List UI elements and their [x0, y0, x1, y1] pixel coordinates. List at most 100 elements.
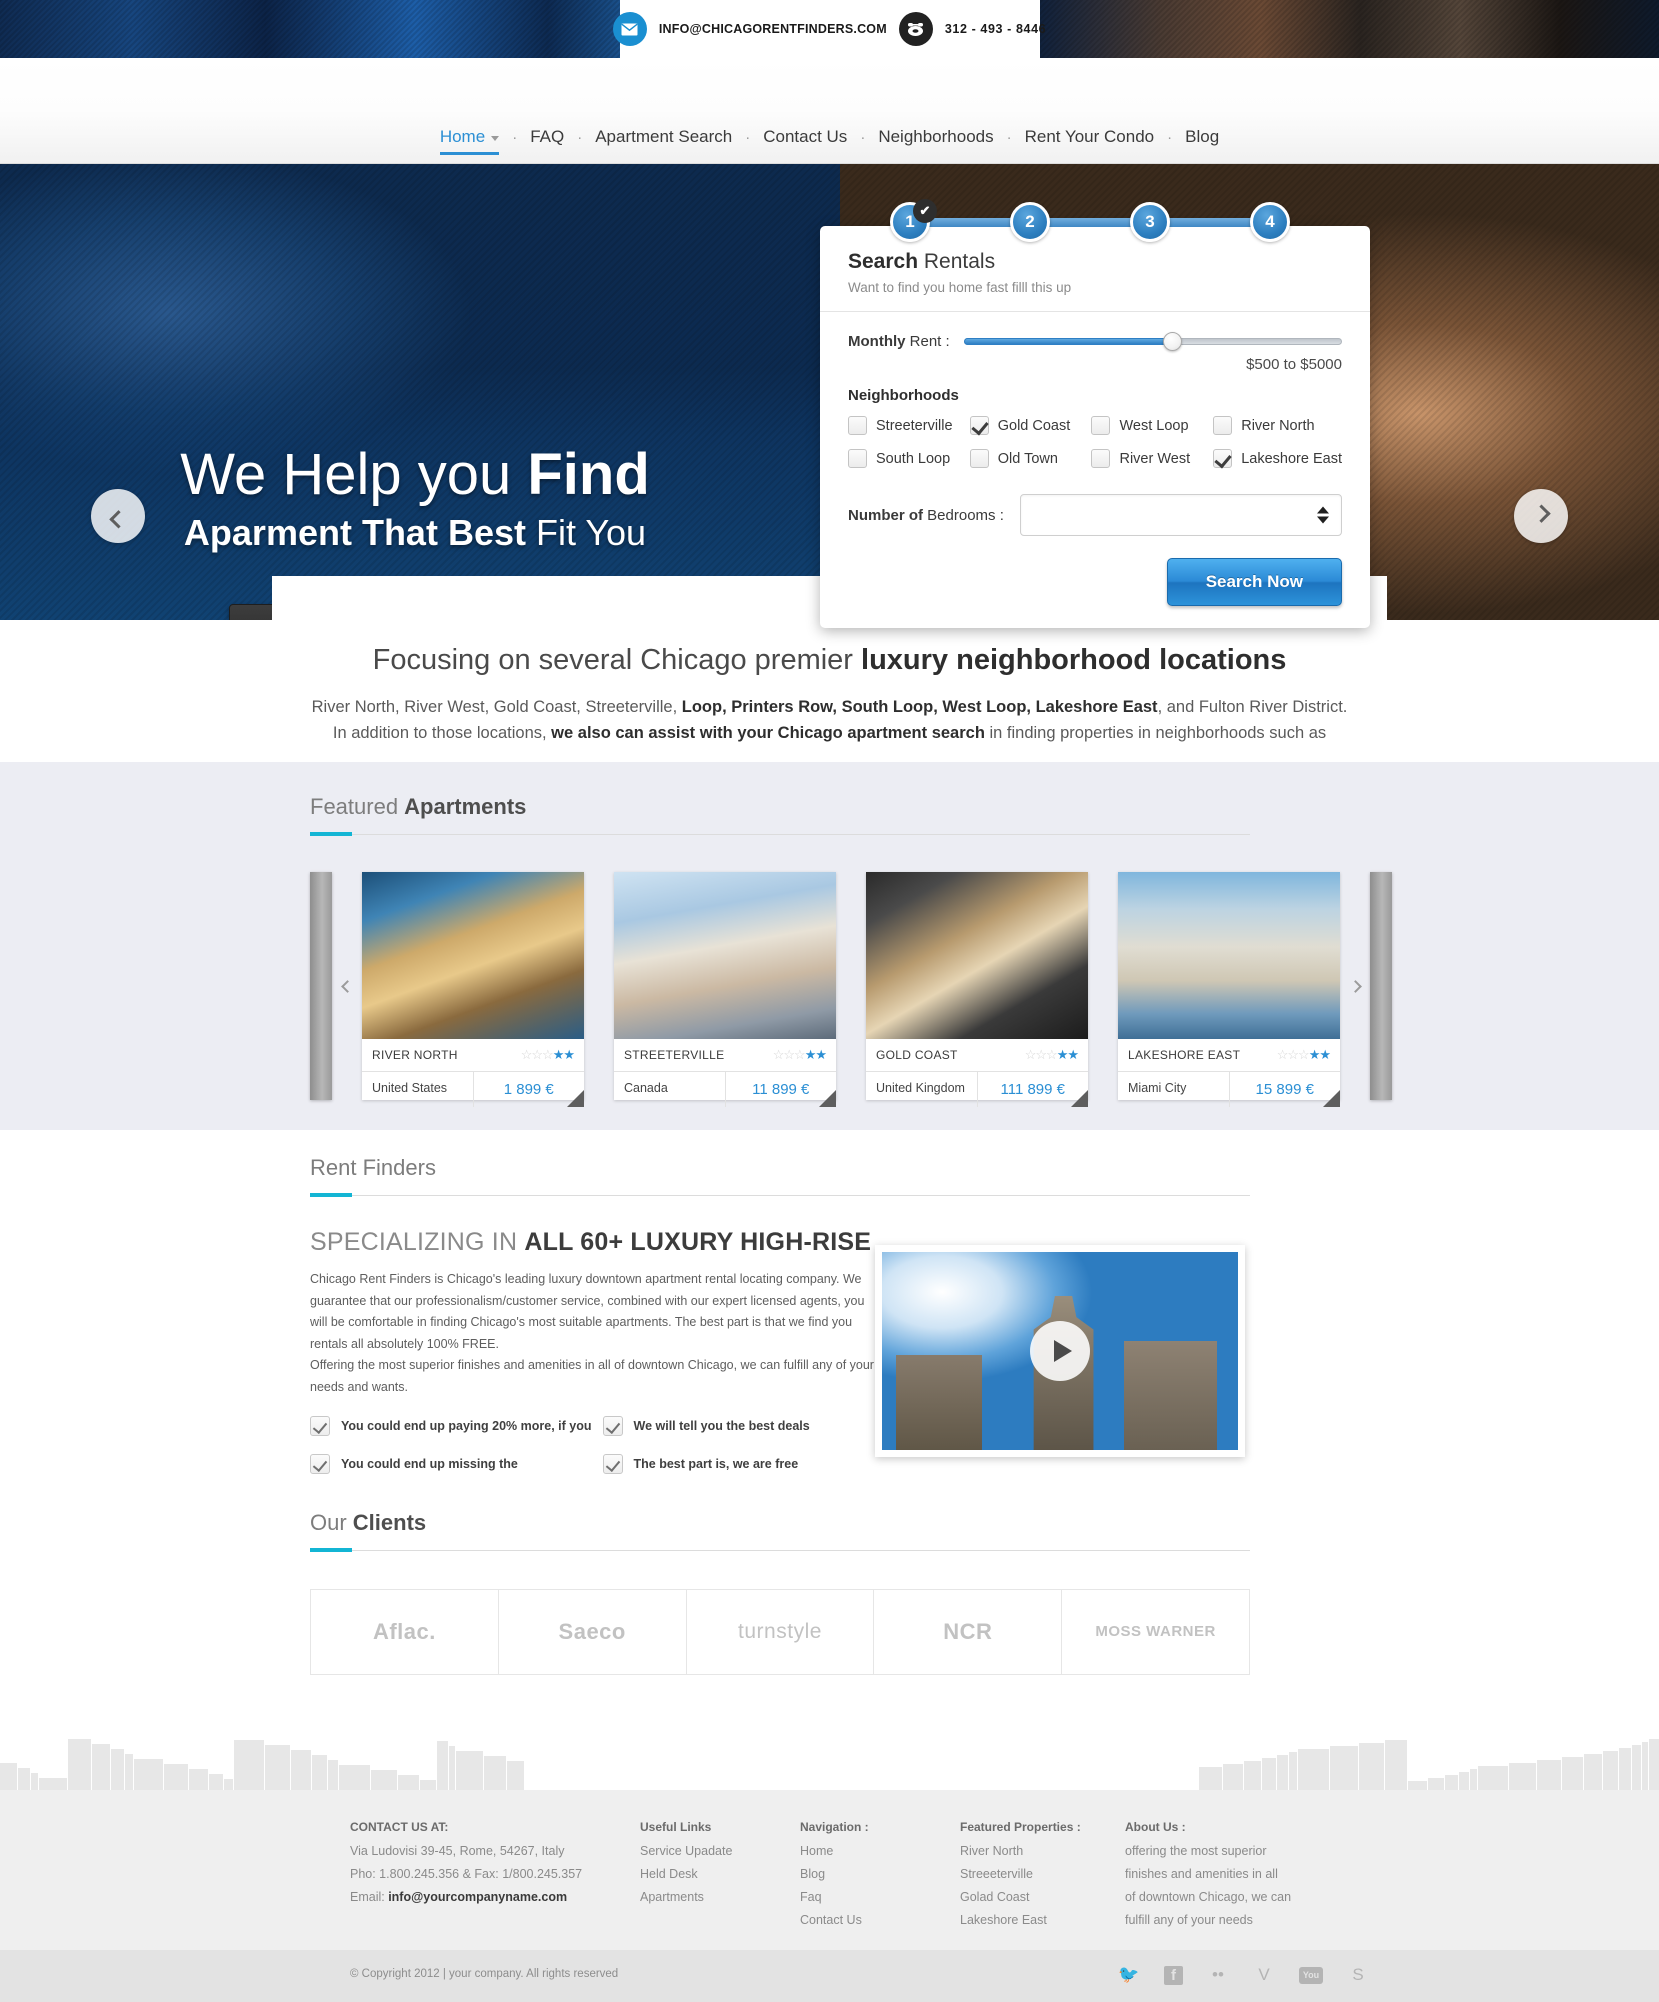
- hero-subheadline-bold: Aparment That Best: [183, 512, 536, 553]
- chevron-up-icon[interactable]: [1317, 506, 1329, 514]
- nav-item-faq[interactable]: FAQ: [517, 127, 577, 155]
- footer-link[interactable]: Streeeterville: [960, 1867, 1125, 1881]
- rating-stars[interactable]: ☆☆☆★★: [1025, 1047, 1079, 1063]
- rent-finders-paragraph-1: Chicago Rent Finders is Chicago's leadin…: [310, 1272, 865, 1351]
- step-1[interactable]: 1 ✔: [890, 199, 937, 242]
- client-logo-moss-warner[interactable]: MOSS WARNER: [1062, 1590, 1249, 1674]
- client-logo-turnstyle[interactable]: turnstyle: [687, 1590, 875, 1674]
- neighborhood-checkbox-old-town[interactable]: Old Town: [969, 449, 1092, 468]
- footer-link[interactable]: Held Desk: [640, 1867, 800, 1881]
- checkbox-checked-icon[interactable]: [969, 416, 989, 435]
- carousel-prev-button[interactable]: [332, 872, 362, 1100]
- featured-card[interactable]: LAKESHORE EAST ☆☆☆★★ Miami City 15 899 €: [1118, 872, 1340, 1107]
- youtube-icon[interactable]: You: [1299, 1966, 1323, 1984]
- client-logo-ncr[interactable]: NCR: [874, 1590, 1063, 1674]
- footer-email-row[interactable]: Email: info@yourcompanyname.com: [350, 1890, 640, 1904]
- rent-finders-paragraph-2: Offering the most superior finishes and …: [310, 1358, 874, 1394]
- rating-stars[interactable]: ☆☆☆★★: [521, 1047, 575, 1063]
- nav-item-rent-your-condo[interactable]: Rent Your Condo: [1012, 127, 1168, 155]
- footer-email-address[interactable]: info@yourcompanyname.com: [388, 1890, 567, 1904]
- footer-link[interactable]: Lakeshore East: [960, 1913, 1125, 1927]
- footer-link[interactable]: Contact Us: [800, 1913, 960, 1927]
- checkbox-checked-icon[interactable]: [1213, 449, 1233, 468]
- checkbox-empty-icon[interactable]: [1091, 416, 1111, 435]
- footer-link[interactable]: finishes and amenities in all: [1125, 1867, 1325, 1881]
- step-4[interactable]: 4: [1250, 202, 1290, 242]
- client-logo-aflac[interactable]: Aflac.: [311, 1590, 499, 1674]
- footer-link[interactable]: Service Upadate: [640, 1844, 800, 1858]
- neighborhood-checkbox-gold-coast[interactable]: Gold Coast: [969, 416, 1092, 435]
- contact-phone[interactable]: 312 - 493 - 8446: [945, 22, 1046, 36]
- promo-video-frame[interactable]: [875, 1245, 1245, 1457]
- client-logo-saeco[interactable]: Saeco: [499, 1590, 687, 1674]
- neighborhood-checkbox-west-loop[interactable]: West Loop: [1091, 416, 1213, 435]
- checkbox-checked-icon: [310, 1454, 330, 1474]
- neighborhood-checkbox-south-loop[interactable]: South Loop: [848, 449, 970, 468]
- skyline-building: [164, 1764, 188, 1790]
- skyline-building: [224, 1779, 233, 1790]
- neighborhood-checkbox-river-west[interactable]: River West: [1091, 449, 1213, 468]
- monthly-rent-slider[interactable]: [963, 330, 1342, 352]
- skype-icon[interactable]: S: [1347, 1964, 1369, 1986]
- contact-email[interactable]: INFO@CHICAGORENTFINDERS.COM: [659, 22, 887, 36]
- step-3[interactable]: 3: [1130, 202, 1170, 242]
- hero-next-button[interactable]: [1514, 489, 1568, 543]
- carousel-next-button[interactable]: [1340, 872, 1370, 1100]
- footer-link[interactable]: Faq: [800, 1890, 960, 1904]
- search-steps-indicator: 1 ✔ 2 3 4: [890, 199, 1290, 242]
- step-2[interactable]: 2: [1010, 202, 1050, 242]
- facebook-icon[interactable]: f: [1164, 1965, 1183, 1985]
- featured-card[interactable]: RIVER NORTH ☆☆☆★★ United States 1 899 €: [362, 872, 584, 1107]
- slider-handle[interactable]: [1162, 332, 1182, 351]
- skyline-building: [31, 1773, 38, 1790]
- twitter-icon[interactable]: 🐦: [1118, 1964, 1140, 1986]
- footer-link[interactable]: Home: [800, 1844, 960, 1858]
- footer-link[interactable]: of downtown Chicago, we can: [1125, 1890, 1325, 1904]
- checkbox-empty-icon[interactable]: [1091, 449, 1111, 468]
- nav-item-blog[interactable]: Blog: [1172, 127, 1232, 155]
- bedrooms-label-light: Bedrooms :: [923, 506, 1004, 524]
- vimeo-icon[interactable]: V: [1253, 1964, 1275, 1986]
- search-now-button[interactable]: Search Now: [1166, 558, 1342, 606]
- stepper-arrows[interactable]: [1317, 506, 1329, 524]
- footer-link[interactable]: Blog: [800, 1867, 960, 1881]
- chevron-down-icon[interactable]: [491, 136, 500, 141]
- play-icon[interactable]: [1030, 1321, 1090, 1381]
- video-building-left: [896, 1354, 982, 1450]
- rating-stars[interactable]: ☆☆☆★★: [773, 1047, 827, 1063]
- featured-card[interactable]: STREETERVILLE ☆☆☆★★ Canada 11 899 €: [614, 872, 836, 1107]
- skyline-building: [1330, 1746, 1358, 1790]
- checkbox-empty-icon[interactable]: [848, 416, 867, 435]
- footer-link[interactable]: Golad Coast: [960, 1890, 1125, 1904]
- neighborhood-checkbox-river-north[interactable]: River North: [1213, 416, 1342, 435]
- nav-item-contact-us[interactable]: Contact Us: [750, 127, 860, 155]
- bedrooms-stepper-input[interactable]: [1019, 494, 1342, 536]
- nav-item-label: Apartment Search: [595, 127, 733, 146]
- skyline-building: [437, 1741, 448, 1790]
- footer-link[interactable]: fulfill any of your needs: [1125, 1913, 1325, 1927]
- skyline-building: [1428, 1778, 1444, 1790]
- footer-link[interactable]: Apartments: [640, 1890, 800, 1904]
- footer-link[interactable]: River North: [960, 1844, 1125, 1858]
- skyline-building: [39, 1778, 67, 1790]
- skyline-building: [1223, 1764, 1243, 1790]
- featured-card[interactable]: GOLD COAST ☆☆☆★★ United Kingdom 111 899 €: [866, 872, 1088, 1107]
- skyline-right: [1199, 1738, 1659, 1790]
- footer-link[interactable]: offering the most superior: [1125, 1844, 1325, 1858]
- neighborhood-checkbox-lakeshore-east[interactable]: Lakeshore East: [1213, 449, 1342, 468]
- chevron-down-icon[interactable]: [1317, 516, 1329, 524]
- neighborhood-checkbox-streeterville[interactable]: Streeterville: [848, 416, 970, 435]
- nav-item-home[interactable]: Home: [427, 127, 512, 155]
- hero-prev-button[interactable]: [91, 489, 145, 543]
- flickr-icon[interactable]: ••: [1207, 1964, 1229, 1986]
- focus-line1-a: River North, River West, Gold Coast, Str…: [311, 698, 682, 716]
- skyline-building: [1478, 1766, 1508, 1790]
- top-bar: INFO@CHICAGORENTFINDERS.COM 312 - 493 - …: [0, 0, 1659, 58]
- rating-stars[interactable]: ☆☆☆★★: [1277, 1047, 1331, 1063]
- nav-item-neighborhoods[interactable]: Neighborhoods: [865, 127, 1006, 155]
- checkbox-empty-icon[interactable]: [1213, 416, 1233, 435]
- checkbox-empty-icon[interactable]: [848, 449, 867, 468]
- checkbox-empty-icon[interactable]: [969, 449, 989, 468]
- monthly-rent-label-light: Rent :: [905, 332, 950, 350]
- nav-item-apartment-search[interactable]: Apartment Search: [582, 127, 745, 155]
